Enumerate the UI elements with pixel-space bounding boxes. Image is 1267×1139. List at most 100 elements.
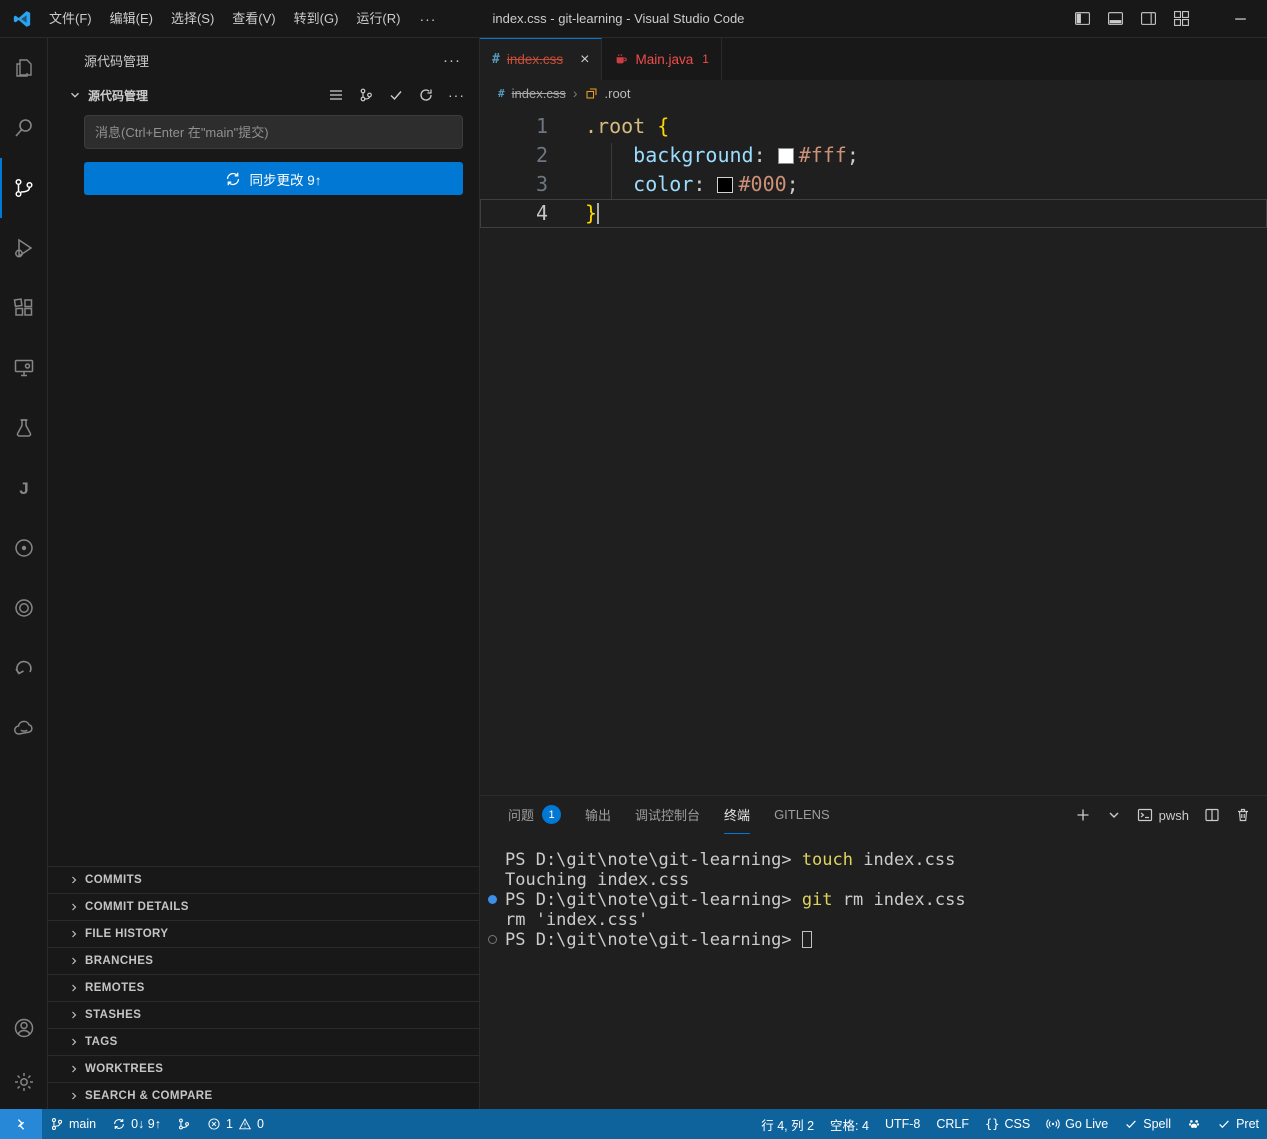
scm-section-header[interactable]: 源代码管理 ··· xyxy=(48,82,479,108)
refresh-icon[interactable] xyxy=(418,87,434,103)
gitlens-section-commit-details[interactable]: COMMIT DETAILS xyxy=(48,893,479,920)
terminal-line[interactable]: PS D:\git\note\git-learning> git rm inde… xyxy=(480,890,1267,910)
remote-explorer-icon[interactable] xyxy=(0,338,47,398)
java-extension-icon[interactable]: J xyxy=(0,458,47,518)
prettier-item[interactable]: Pret xyxy=(1209,1109,1267,1139)
gitlens-section-branches[interactable]: BRANCHES xyxy=(48,947,479,974)
settings-gear-icon[interactable] xyxy=(0,1055,47,1109)
commit-check-icon[interactable] xyxy=(388,87,404,103)
sync-status-item[interactable]: 0↓ 9↑ xyxy=(104,1109,169,1139)
close-icon[interactable]: × xyxy=(580,52,589,68)
menu-item[interactable]: 文件(F) xyxy=(40,5,101,33)
panel-tab-GITLENS[interactable]: GITLENS xyxy=(774,796,830,834)
color-swatch-white[interactable] xyxy=(778,148,794,164)
scm-section-label: 源代码管理 xyxy=(88,87,324,104)
commit-message-input[interactable] xyxy=(84,115,463,149)
kill-terminal-trash-icon[interactable] xyxy=(1235,807,1251,823)
branch-status-item[interactable]: main xyxy=(42,1109,104,1139)
gitlens-section-stashes[interactable]: STASHES xyxy=(48,1001,479,1028)
gitlens-section-worktrees[interactable]: WORKTREES xyxy=(48,1055,479,1082)
toggle-sidebar-icon[interactable] xyxy=(1074,10,1091,27)
status-extension-icon[interactable] xyxy=(1179,1109,1209,1139)
search-icon[interactable] xyxy=(0,98,47,158)
gitlens-section-file-history[interactable]: FILE HISTORY xyxy=(48,920,479,947)
toggle-panel-icon[interactable] xyxy=(1107,10,1124,27)
code-line[interactable]: 3 color: #000; xyxy=(480,170,1267,199)
breadcrumb-symbol[interactable]: .root xyxy=(605,86,631,101)
terminal-line[interactable]: PS D:\git\note\git-learning> touch index… xyxy=(480,850,1267,870)
spell-checker-item[interactable]: Spell xyxy=(1116,1109,1179,1139)
code-line[interactable]: 1.root { xyxy=(480,112,1267,141)
gitlens-section-commits[interactable]: COMMITS xyxy=(48,866,479,893)
code-line[interactable]: 4} xyxy=(480,199,1267,228)
terminal-text: PS D:\git\note\git-learning> xyxy=(505,850,802,870)
indentation-item[interactable]: 空格: 4 xyxy=(822,1109,877,1139)
commit-graph-status-item[interactable] xyxy=(169,1109,199,1139)
line-content: background: #fff; xyxy=(548,141,859,170)
cursor-position-item[interactable]: 行 4, 列 2 xyxy=(753,1109,822,1139)
gitlens-section-remotes[interactable]: REMOTES xyxy=(48,974,479,1001)
tab-main-java[interactable]: Main.java 1 xyxy=(602,38,721,80)
minimize-icon[interactable] xyxy=(1232,10,1249,27)
remote-indicator[interactable] xyxy=(0,1109,42,1139)
panel-tab-label: 问题 xyxy=(508,805,534,824)
language-mode-item[interactable]: {} CSS xyxy=(977,1109,1038,1139)
view-as-list-icon[interactable] xyxy=(328,87,344,103)
code-line[interactable]: 2 background: #fff; xyxy=(480,141,1267,170)
new-terminal-icon[interactable] xyxy=(1075,807,1091,823)
sync-changes-button[interactable]: 同步更改 9↑ xyxy=(84,162,463,195)
terminal-instance-item[interactable]: pwsh xyxy=(1137,807,1189,823)
prettier-label: Pret xyxy=(1236,1117,1259,1131)
customize-layout-icon[interactable] xyxy=(1173,10,1190,27)
go-live-item[interactable]: Go Live xyxy=(1038,1109,1116,1139)
menu-item[interactable]: 转到(G) xyxy=(285,5,348,33)
source-control-icon[interactable] xyxy=(0,158,47,218)
problems-status-item[interactable]: 1 0 xyxy=(199,1109,272,1139)
extensions-icon[interactable] xyxy=(0,278,47,338)
panel-tab-输出[interactable]: 输出 xyxy=(585,796,611,834)
toggle-secondary-sidebar-icon[interactable] xyxy=(1140,10,1157,27)
menu-item[interactable]: 选择(S) xyxy=(162,5,223,33)
color-swatch-black[interactable] xyxy=(717,177,733,193)
launch-profile-chevron-icon[interactable] xyxy=(1106,807,1122,823)
gitlens-icon[interactable] xyxy=(0,638,47,698)
sidebar-more-actions-icon[interactable]: ··· xyxy=(443,52,461,69)
scm-more-icon[interactable]: ··· xyxy=(448,87,465,103)
account-icon[interactable] xyxy=(0,1001,47,1055)
terminal-line[interactable]: rm 'index.css' xyxy=(480,910,1267,930)
editor-code-area[interactable]: 1.root {2 background: #fff;3 color: #000… xyxy=(480,106,1267,795)
command-decoration-circle[interactable] xyxy=(488,935,497,944)
panel-tab-终端[interactable]: 终端 xyxy=(724,796,750,834)
gitlens-section-tags[interactable]: TAGS xyxy=(48,1028,479,1055)
target-extension-icon[interactable] xyxy=(0,578,47,638)
commit-graph-icon[interactable] xyxy=(358,87,374,103)
terminal-line[interactable]: Touching index.css xyxy=(480,870,1267,890)
menu-more-button[interactable]: ··· xyxy=(409,11,446,27)
explorer-icon[interactable] xyxy=(0,38,47,98)
circle-extension-icon[interactable] xyxy=(0,518,47,578)
panel-tab-调试控制台[interactable]: 调试控制台 xyxy=(635,796,700,834)
testing-icon[interactable] xyxy=(0,398,47,458)
breadcrumb-file[interactable]: index.css xyxy=(512,86,566,101)
sidebar-title: 源代码管理 xyxy=(84,51,443,70)
menu-item[interactable]: 运行(R) xyxy=(347,5,409,33)
terminal[interactable]: PS D:\git\note\git-learning> touch index… xyxy=(480,834,1267,1109)
gitlens-section-label: TAGS xyxy=(85,1036,118,1048)
cloud-extension-icon[interactable] xyxy=(0,698,47,758)
encoding-item[interactable]: UTF-8 xyxy=(877,1109,928,1139)
token: .root xyxy=(585,114,645,138)
menu-item[interactable]: 查看(V) xyxy=(223,5,284,33)
tab-index-css[interactable]: # index.css × xyxy=(480,38,602,80)
panel-tab-问题[interactable]: 问题1 xyxy=(508,796,561,834)
css-file-icon: # xyxy=(492,52,500,67)
line-number: 3 xyxy=(480,170,548,199)
split-terminal-icon[interactable] xyxy=(1204,807,1220,823)
menu-item[interactable]: 编辑(E) xyxy=(101,5,162,33)
run-debug-icon[interactable] xyxy=(0,218,47,278)
eol-item[interactable]: CRLF xyxy=(928,1109,977,1139)
gitlens-section-search-compare[interactable]: SEARCH & COMPARE xyxy=(48,1082,479,1109)
terminal-line[interactable]: PS D:\git\note\git-learning> xyxy=(480,930,1267,950)
chevron-right-icon xyxy=(68,1063,80,1075)
command-decoration-dot[interactable] xyxy=(488,895,497,904)
check-icon xyxy=(1217,1117,1231,1131)
